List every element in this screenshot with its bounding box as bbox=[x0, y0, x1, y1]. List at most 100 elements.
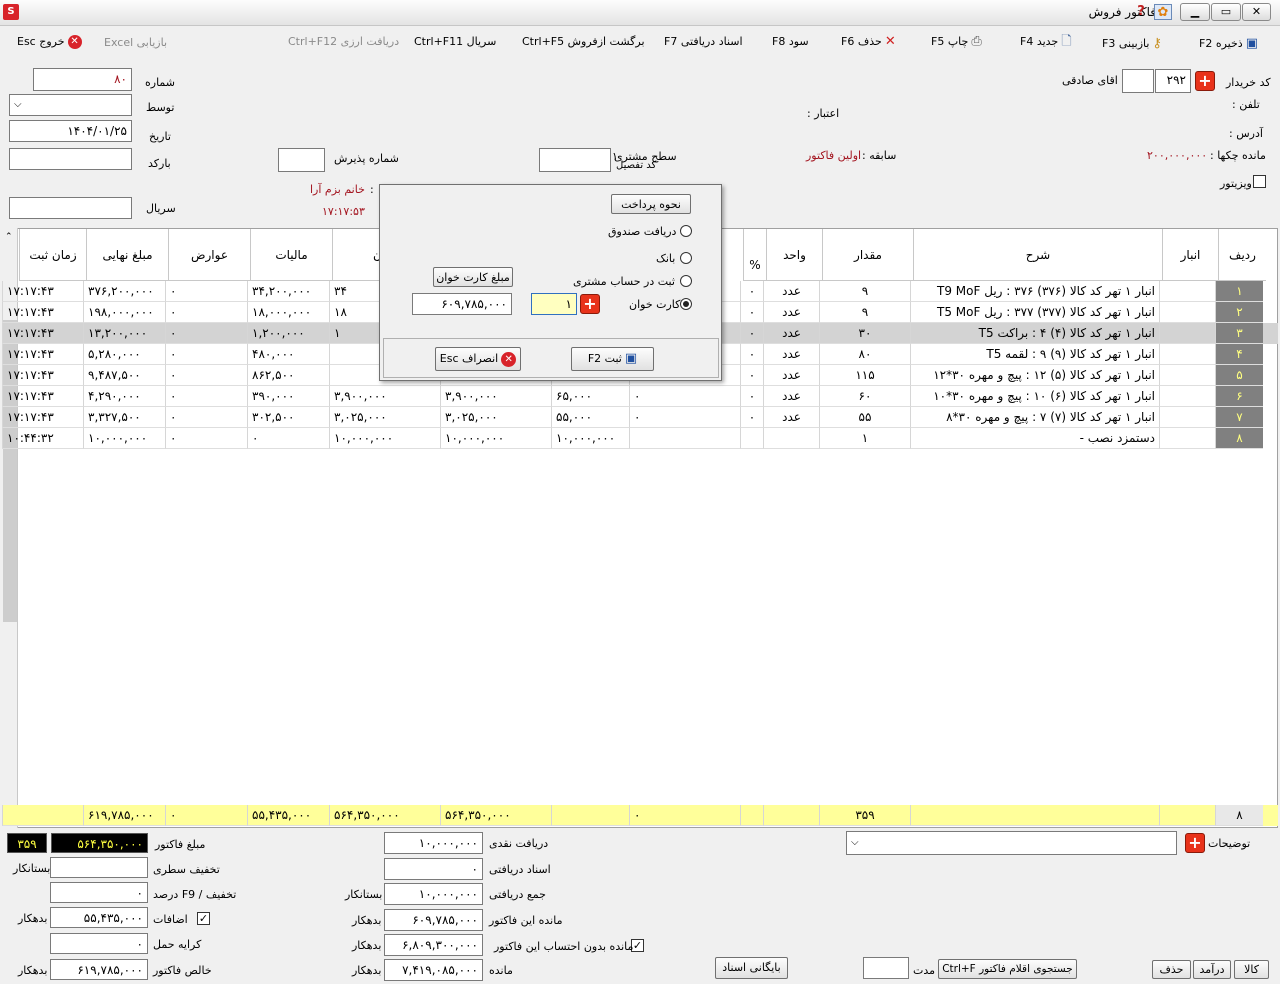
cell-time[interactable]: ۱۷:۱۷:۴۳ bbox=[2, 323, 83, 344]
cell-charges[interactable]: ۰ bbox=[165, 428, 247, 449]
cell-description[interactable]: انبار ۱ تهر کد کالا (۹) ۹ : لقمه T5 bbox=[910, 344, 1159, 365]
cell-qty[interactable]: ۶۰ bbox=[819, 386, 910, 407]
review-button[interactable]: ⚷بازبینی F3 bbox=[1102, 36, 1162, 52]
cell-time[interactable]: ۱۷:۱۷:۴۳ bbox=[2, 302, 83, 323]
cell-net[interactable]: ۳,۰۲۵,۰۰۰ bbox=[329, 407, 440, 428]
cell-tax[interactable]: ۱,۲۰۰,۰۰۰ bbox=[247, 323, 329, 344]
close-window-button[interactable]: ✕ bbox=[1242, 3, 1271, 21]
barcode-input[interactable] bbox=[9, 148, 132, 170]
cell-qty[interactable]: ۹ bbox=[819, 281, 910, 302]
customer-level-input[interactable] bbox=[539, 148, 611, 172]
notes-select[interactable]: ⌵ bbox=[846, 831, 1177, 855]
cell-percent[interactable]: ۰ bbox=[740, 386, 763, 407]
cell-tax[interactable]: ۸۶۲,۵۰۰ bbox=[247, 365, 329, 386]
cell-final[interactable]: ۱۳,۲۰۰,۰۰۰ bbox=[83, 323, 165, 344]
help-icon[interactable]: ? bbox=[1133, 4, 1149, 20]
cell-percent[interactable]: ۰ bbox=[740, 344, 763, 365]
excel-restore-button[interactable]: بازیابی Excel bbox=[104, 35, 167, 51]
add-card-reader-button[interactable]: + bbox=[580, 294, 600, 314]
radio-account[interactable] bbox=[680, 275, 692, 287]
table-row[interactable]: ۷ انبار ۱ تهر کد کالا (۷) ۷ : پیچ و مهره … bbox=[2, 407, 1278, 428]
date-input[interactable]: ۱۴۰۴/۰۱/۲۵ bbox=[9, 120, 132, 142]
cell-warehouse[interactable] bbox=[1159, 407, 1215, 428]
cell-charges[interactable]: ۰ bbox=[165, 323, 247, 344]
return-sale-button[interactable]: برگشت ازفروش Ctrl+F5 bbox=[522, 34, 645, 50]
row-number[interactable]: ۶ bbox=[1215, 386, 1263, 407]
cell-warehouse[interactable] bbox=[1159, 302, 1215, 323]
cell-warehouse[interactable] bbox=[1159, 428, 1215, 449]
minimize-button[interactable]: ▁ bbox=[1180, 3, 1210, 21]
cell-warehouse[interactable] bbox=[1159, 365, 1215, 386]
cell-percent[interactable] bbox=[740, 428, 763, 449]
cell-final[interactable]: ۳,۳۲۷,۵۰۰ bbox=[83, 407, 165, 428]
cell-qty[interactable]: ۹ bbox=[819, 302, 910, 323]
cell-time[interactable]: ۱۷:۱۷:۴۳ bbox=[2, 281, 83, 302]
row-number[interactable]: ۵ bbox=[1215, 365, 1263, 386]
cell-time[interactable]: ۱۷:۱۷:۴۳ bbox=[2, 407, 83, 428]
row-discount-input[interactable] bbox=[50, 857, 148, 878]
customer-code-input[interactable]: ۲۹۲ bbox=[1155, 69, 1191, 93]
cell-qty[interactable]: ۱ bbox=[819, 428, 910, 449]
cell-unit[interactable]: عدد bbox=[763, 365, 819, 386]
cell-description[interactable]: انبار ۱ تهر کد کالا (۷) ۷ : پیچ و مهره ۳… bbox=[910, 407, 1159, 428]
maximize-button[interactable]: ▭ bbox=[1211, 3, 1241, 21]
add-note-button[interactable]: + bbox=[1185, 833, 1205, 853]
income-button[interactable]: درآمد bbox=[1193, 960, 1231, 979]
archive-docs-button[interactable]: بایگانی اسناد bbox=[715, 957, 788, 979]
cell-description[interactable]: انبار ۱ تهر کد کالا (۴) ۴ : براکت T5 bbox=[910, 323, 1159, 344]
cell-net[interactable]: ۳,۹۰۰,۰۰۰ bbox=[329, 386, 440, 407]
cell-qty[interactable]: ۸۰ bbox=[819, 344, 910, 365]
cell-description[interactable]: انبار ۱ تهر کد کالا (۳۷۷) ۳۷۷ : ریل T5 M… bbox=[910, 302, 1159, 323]
cell-warehouse[interactable] bbox=[1159, 344, 1215, 365]
card-amount-input[interactable]: ۶۰۹,۷۸۵,۰۰۰ bbox=[412, 293, 512, 315]
by-select[interactable]: ⌵ bbox=[9, 94, 132, 116]
row-number[interactable]: ۳ bbox=[1215, 323, 1263, 344]
radio-cash[interactable] bbox=[680, 225, 692, 237]
reception-number-input[interactable] bbox=[278, 148, 325, 172]
cell-qty[interactable]: ۵۵ bbox=[819, 407, 910, 428]
serial-button[interactable]: سریال Ctrl+F11 bbox=[414, 34, 496, 50]
cell-price[interactable]: ۵۵,۰۰۰ bbox=[551, 407, 629, 428]
cell-description[interactable]: دستمزد نصب - bbox=[910, 428, 1159, 449]
currency-button[interactable]: دریافت ارزی Ctrl+F12 bbox=[288, 34, 399, 50]
cell-final[interactable]: ۱۰,۰۰۰,۰۰۰ bbox=[83, 428, 165, 449]
remain-invoice-input[interactable]: ۶۰۹,۷۸۵,۰۰۰ bbox=[384, 909, 483, 931]
print-button[interactable]: ⎙چاپ F5 bbox=[931, 34, 982, 50]
cell-discount[interactable] bbox=[629, 428, 740, 449]
row-number[interactable]: ۴ bbox=[1215, 344, 1263, 365]
customer-extra-input[interactable] bbox=[1122, 69, 1154, 93]
cell-discount[interactable]: ۰ bbox=[629, 386, 740, 407]
cell-price[interactable]: ۱۰,۰۰۰,۰۰۰ bbox=[551, 428, 629, 449]
cell-warehouse[interactable] bbox=[1159, 281, 1215, 302]
cell-charges[interactable]: ۰ bbox=[165, 281, 247, 302]
sum-input[interactable]: ۱۰,۰۰۰,۰۰۰ bbox=[384, 883, 483, 905]
discount-input[interactable]: ۰ bbox=[50, 882, 148, 903]
cell-charges[interactable]: ۰ bbox=[165, 407, 247, 428]
radio-card-reader[interactable] bbox=[680, 298, 692, 310]
row-number[interactable]: ۲ bbox=[1215, 302, 1263, 323]
card-reader-number-input[interactable]: ۱ bbox=[531, 293, 577, 315]
cell-charges[interactable]: ۰ bbox=[165, 386, 247, 407]
cash-input[interactable]: ۱۰,۰۰۰,۰۰۰ bbox=[384, 832, 483, 854]
cell-description[interactable]: انبار ۱ تهر کد کالا (۶) ۱۰ : پیچ و مهره … bbox=[910, 386, 1159, 407]
cell-time[interactable]: ۱۷:۱۷:۴۳ bbox=[2, 386, 83, 407]
additions-input[interactable]: ۵۵,۴۳۵,۰۰۰ bbox=[50, 907, 148, 928]
table-row[interactable]: ۸ دستمزد نصب -۱ ۱۰,۰۰۰,۰۰۰ ۱۰,۰۰۰,۰۰۰ ۱۰,۰۰۰… bbox=[2, 428, 1278, 449]
duration-input[interactable] bbox=[863, 957, 909, 979]
payment-method-header-button[interactable]: نحوه پرداخت bbox=[611, 194, 691, 214]
cell-unit[interactable]: عدد bbox=[763, 281, 819, 302]
cell-time[interactable]: ۱۷:۱۷:۴۳ bbox=[2, 365, 83, 386]
cell-time[interactable]: ۱۰:۴۴:۳۲ bbox=[2, 428, 83, 449]
goods-button[interactable]: کالا bbox=[1234, 960, 1269, 979]
cell-charges[interactable]: ۰ bbox=[165, 302, 247, 323]
cell-tax[interactable]: ۳۰۲,۵۰۰ bbox=[247, 407, 329, 428]
delete-item-button[interactable]: حذف bbox=[1152, 960, 1191, 979]
confirm-f2-button[interactable]: ▣ثبت F2 bbox=[571, 347, 654, 371]
cell-tax[interactable]: ۰ bbox=[247, 428, 329, 449]
card-amount-button[interactable]: مبلغ کارت خوان bbox=[433, 267, 513, 287]
cell-price[interactable]: ۶۵,۰۰۰ bbox=[551, 386, 629, 407]
cell-tax[interactable]: ۳۴,۲۰۰,۰۰۰ bbox=[247, 281, 329, 302]
freight-input[interactable]: ۰ bbox=[50, 933, 148, 954]
cell-final[interactable]: ۱۹۸,۰۰۰,۰۰۰ bbox=[83, 302, 165, 323]
cell-tax[interactable]: ۴۸۰,۰۰۰ bbox=[247, 344, 329, 365]
